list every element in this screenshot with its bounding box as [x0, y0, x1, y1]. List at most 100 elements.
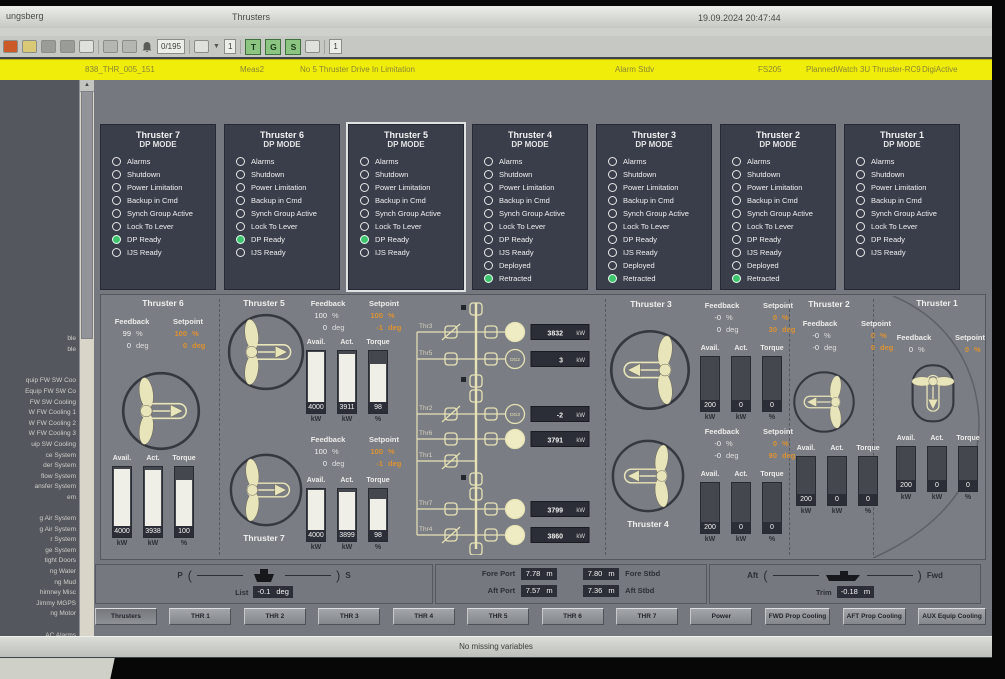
bar-label: Avail.	[797, 445, 815, 456]
nav-button[interactable]: THR 6	[542, 608, 604, 625]
dp-status-row: IJS Ready	[597, 246, 711, 259]
alarm-silence-icon[interactable]	[3, 40, 18, 53]
sidebar-item[interactable]: r System	[0, 535, 76, 546]
nav-button[interactable]: Thrusters	[95, 608, 157, 625]
sidebar-item[interactable]: flow System	[0, 472, 76, 483]
feeder-label: Thr4	[419, 526, 433, 533]
toolbar-separator	[324, 40, 325, 54]
dp-panel-thruster-2[interactable]: Thruster 2 DP MODE Alarms Shutdown	[720, 124, 836, 290]
sidebar-scrollbar[interactable]: ▲	[79, 80, 94, 636]
sidebar-item[interactable]: ansfer System	[0, 482, 76, 493]
bar-value: 200	[797, 494, 815, 505]
sidebar-item[interactable]: W FW Cooling 3	[0, 429, 76, 440]
nav-button[interactable]: THR 7	[616, 608, 678, 625]
sidebar-item[interactable]: uip SW Cooling	[0, 440, 76, 451]
nav-button[interactable]: THR 5	[467, 608, 529, 625]
sidebar-item[interactable]: ge System	[0, 546, 76, 557]
generator-icon[interactable]	[506, 500, 525, 519]
dp-panel-thruster-6[interactable]: Thruster 6 DP MODE Alarms Shutdown	[224, 124, 340, 290]
avail-bar: Avail.200kW	[895, 435, 917, 501]
sidebar-item[interactable]: W FW Cooling 2	[0, 419, 76, 430]
status-led-icon	[112, 209, 121, 218]
sidebar-item[interactable]: tight Doors	[0, 556, 76, 567]
trim-value-box: -0.18m	[837, 586, 874, 598]
sidebar-item[interactable]	[0, 366, 76, 377]
sidebar-item[interactable]: ble	[0, 345, 76, 356]
dp-status-label: IJS Ready	[747, 248, 782, 257]
trim-value-row: Trim -0.18m	[710, 586, 980, 598]
dp-status-row: Shutdown	[101, 168, 215, 181]
nav-button[interactable]: AUX Equip Cooling	[918, 608, 986, 625]
sidebar-item[interactable]: g Air System	[0, 525, 76, 536]
dp-status-label: Synch Group Active	[375, 209, 441, 218]
view-number-box[interactable]: 1	[329, 39, 341, 54]
status-led-icon	[856, 248, 865, 257]
power-unit: kW	[576, 358, 585, 364]
bar-value: 98	[369, 530, 387, 541]
sidebar-item[interactable]: quip FW SW Coo	[0, 376, 76, 387]
power-value: 3832	[547, 331, 563, 338]
sidebar-item[interactable]: ble	[0, 334, 76, 345]
feedback-pct: 100	[301, 446, 327, 458]
nav-button[interactable]: THR 1	[169, 608, 231, 625]
sidebar-item[interactable]: em	[0, 493, 76, 504]
report-icon[interactable]	[60, 40, 75, 53]
sidebar-item[interactable]: FW SW Cooling	[0, 398, 76, 409]
sidebar-item[interactable]: ce System	[0, 451, 76, 462]
fore-stbd-label: Fore Stbd	[625, 569, 660, 578]
trend-button[interactable]: T	[245, 39, 261, 55]
blank-button[interactable]	[305, 40, 320, 53]
page-list-icon[interactable]	[194, 40, 209, 53]
column-divider	[605, 299, 606, 555]
sidebar-item[interactable]: ng Motor	[0, 609, 76, 620]
sidebar-item[interactable]: der System	[0, 461, 76, 472]
dp-panel-thruster-3[interactable]: Thruster 3 DP MODE Alarms Shutdown	[596, 124, 712, 290]
generator-icon[interactable]	[506, 430, 525, 449]
power-unit: kW	[576, 438, 585, 444]
sidebar-item[interactable]: g Air System	[0, 514, 76, 525]
screen-icon[interactable]	[79, 40, 94, 53]
dp-panel-thruster-4[interactable]: Thruster 4 DP MODE Alarms Shutdown	[472, 124, 588, 290]
system-button[interactable]: S	[285, 39, 301, 55]
sidebar-item[interactable]: ng Mud	[0, 578, 76, 589]
sidebar-item[interactable]: himney Misc	[0, 588, 76, 599]
page-number-box[interactable]: 1	[224, 39, 236, 54]
group-button[interactable]: G	[265, 39, 281, 55]
bell-icon[interactable]	[141, 41, 153, 53]
sidebar-item[interactable]: Jimmy MGPS	[0, 599, 76, 610]
sidebar-item[interactable]	[0, 504, 76, 515]
nav-button[interactable]: THR 3	[318, 608, 380, 625]
alarm-banner[interactable]: 838_THR_005_151 Meas2 No 5 Thruster Driv…	[0, 59, 992, 81]
scrollbar-thumb[interactable]	[81, 91, 93, 339]
nav-button[interactable]: THR 2	[244, 608, 306, 625]
generator-icon[interactable]	[506, 526, 525, 545]
setpoint-deg: 0	[159, 340, 187, 352]
dp-status-label: Alarms	[127, 157, 150, 166]
status-led-icon	[360, 196, 369, 205]
sidebar-item[interactable]	[0, 355, 76, 366]
alarm-ack-icon[interactable]	[22, 40, 37, 53]
folder-icon[interactable]	[122, 40, 137, 53]
dp-panel-subtitle: DP MODE	[597, 140, 711, 149]
bar-value: 3899	[338, 530, 356, 541]
nav-button[interactable]: THR 4	[393, 608, 455, 625]
sidebar-item[interactable]: Equip FW SW Co	[0, 387, 76, 398]
event-list-icon[interactable]	[41, 40, 56, 53]
chevron-down-icon[interactable]: ▼	[213, 43, 220, 50]
feedback-header: Feedback	[301, 435, 355, 444]
generator-icon[interactable]	[506, 323, 525, 342]
sidebar-item[interactable]	[0, 620, 76, 631]
dp-panel-thruster-7[interactable]: Thruster 7 DP MODE Alarms Shutdown	[100, 124, 216, 290]
sidebar-item[interactable]: W FW Cooling 1	[0, 408, 76, 419]
nav-button[interactable]: Power	[690, 608, 752, 625]
feeder-thr7: Thr7 3799 kW	[417, 500, 589, 519]
dp-panel-thruster-1[interactable]: Thruster 1 DP MODE Alarms Shutdown	[844, 124, 960, 290]
thruster-6-bars: Avail.4000kW Act.3938kW Torque100%	[111, 455, 195, 547]
dp-panel-thruster-5[interactable]: Thruster 5 DP MODE Alarms Shutdown	[348, 124, 464, 290]
alarm-mode: DigiActive	[922, 65, 958, 74]
sidebar-item[interactable]: ng Water	[0, 567, 76, 578]
nav-button[interactable]: FWD Prop Cooling	[765, 608, 830, 625]
nav-button[interactable]: AFT Prop Cooling	[843, 608, 906, 625]
ship-bow-icon	[248, 568, 280, 583]
print-icon[interactable]	[103, 40, 118, 53]
